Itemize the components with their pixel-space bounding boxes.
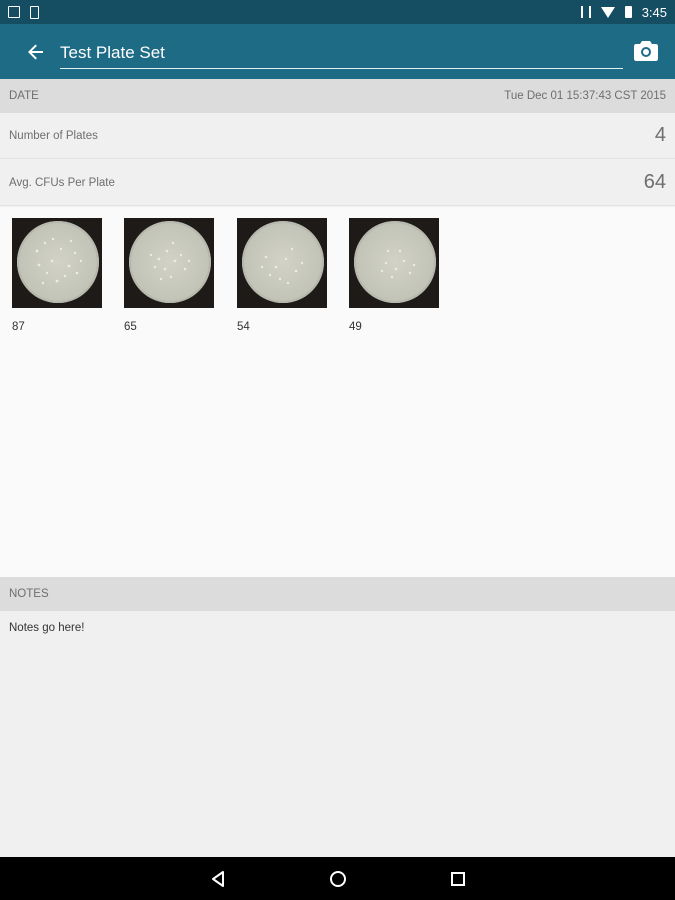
date-header-label: DATE <box>9 90 39 102</box>
avg-cfus-row: Avg. CFUs Per Plate 64 <box>0 160 675 206</box>
camera-button[interactable] <box>631 36 661 66</box>
app-bar <box>0 24 675 79</box>
nav-recents-button[interactable] <box>443 864 473 894</box>
nav-back-icon <box>211 870 224 887</box>
status-bar: 3:45 <box>0 0 675 24</box>
plate-cfu-count: 87 <box>12 321 25 333</box>
system-nav-bar <box>0 857 675 900</box>
nav-back-button[interactable] <box>203 864 233 894</box>
status-time: 3:45 <box>641 4 667 20</box>
date-value: Tue Dec 01 15:37:43 CST 2015 <box>504 90 666 102</box>
number-of-plates-value: 4 <box>654 124 666 146</box>
number-of-plates-row: Number of Plates 4 <box>0 113 675 159</box>
notes-header-label: NOTES <box>9 588 49 600</box>
nav-recents-icon <box>450 871 465 886</box>
plate-item[interactable]: 65 <box>124 218 214 333</box>
status-left-icons <box>8 5 39 19</box>
plate-photo[interactable] <box>349 218 439 308</box>
plate-photo[interactable] <box>237 218 327 308</box>
colony-dots <box>149 241 191 281</box>
vibrate-icon <box>580 6 591 18</box>
camera-icon <box>634 41 658 61</box>
plate-cfu-count: 65 <box>124 321 137 333</box>
plate-set-title-input[interactable] <box>60 34 623 69</box>
plates-grid: 87 65 54 49 <box>0 207 675 577</box>
petri-dish-image <box>354 221 436 303</box>
avg-cfus-value: 64 <box>643 171 666 193</box>
notes-text[interactable]: Notes go here! <box>9 622 84 634</box>
nav-home-button[interactable] <box>323 864 353 894</box>
back-arrow-icon <box>28 44 43 59</box>
colony-dots <box>380 249 416 279</box>
plate-item[interactable]: 87 <box>12 218 102 333</box>
wifi-icon <box>600 6 615 18</box>
plate-item[interactable]: 49 <box>349 218 439 333</box>
nav-home-icon <box>329 870 346 887</box>
plate-photo[interactable] <box>124 218 214 308</box>
battery-icon <box>624 6 632 18</box>
plate-cfu-count: 49 <box>349 321 362 333</box>
plate-item[interactable]: 54 <box>237 218 327 333</box>
plate-photo[interactable] <box>12 218 102 308</box>
petri-dish-image <box>17 221 99 303</box>
plate-cfu-count: 54 <box>237 321 250 333</box>
device-notification-icon <box>30 5 39 19</box>
number-of-plates-label: Number of Plates <box>9 129 98 142</box>
back-button[interactable] <box>20 36 52 68</box>
petri-dish-image <box>242 221 324 303</box>
colony-dots <box>35 237 83 285</box>
avg-cfus-label: Avg. CFUs Per Plate <box>9 176 115 189</box>
notes-section-header: NOTES <box>0 577 675 611</box>
colony-dots <box>260 247 304 285</box>
petri-dish-image <box>129 221 211 303</box>
status-right-icons: 3:45 <box>580 4 667 20</box>
date-section-header: DATE Tue Dec 01 15:37:43 CST 2015 <box>0 79 675 113</box>
image-notification-icon <box>8 6 20 18</box>
